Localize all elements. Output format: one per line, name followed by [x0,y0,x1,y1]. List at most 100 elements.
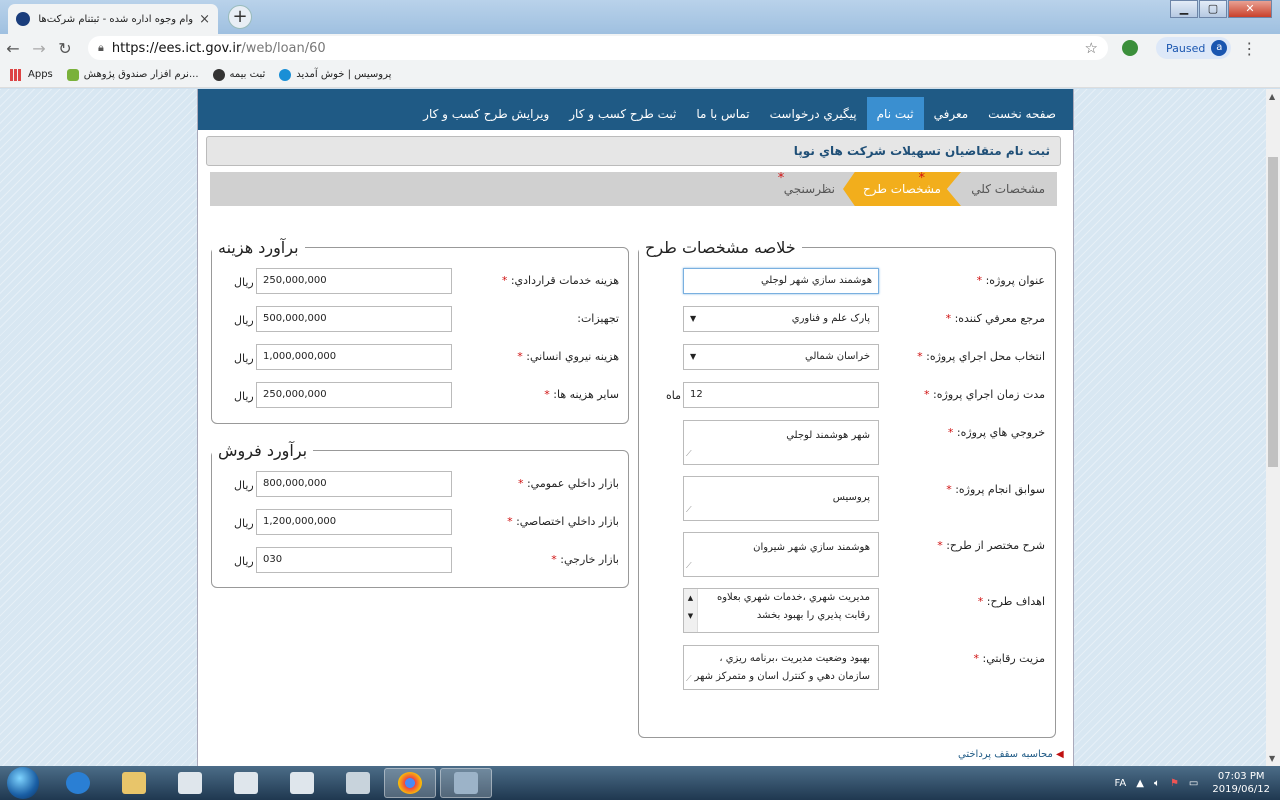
history-value: پروسیس [832,492,870,503]
profile-button[interactable]: Paused a [1156,37,1232,59]
nav-register[interactable]: ثبت نام [866,97,924,130]
outputs-textarea[interactable]: شهر هوشمند لوجلي ⟍ [683,420,879,465]
taskbar-calculator[interactable] [332,768,384,798]
language-indicator[interactable]: FA [1115,778,1127,789]
clock-date: 2019/06/12 [1212,784,1270,795]
taskbar-ie[interactable] [52,768,104,798]
description-value: هوشمند سازي شهر شيروان [753,542,870,553]
currency-unit: ريال [234,479,254,492]
window-icon [178,772,202,794]
cost-equipment-label: تجهيزات: [577,312,619,325]
nav-intro[interactable]: معرفي [924,97,979,130]
scroll-up-icon[interactable]: ▲ [1269,92,1275,101]
window-icon [290,772,314,794]
sales-public-input[interactable]: 800,000,000 [256,471,452,497]
window-icon [234,772,258,794]
scrollbar-thumb[interactable] [1268,157,1278,467]
advantage-textarea[interactable]: بهبود وضعيت مديريت ،برنامه ريزي ، سازمان… [683,645,879,690]
new-tab-button[interactable]: + [228,5,252,29]
url-input[interactable]: 🔒︎ https://ees.ict.gov.ir /web/loan/60 ☆ [88,36,1108,60]
nav-contact[interactable]: تماس با ما [686,97,759,130]
textarea-scrollbar[interactable]: ▲ ▼ [684,589,698,632]
sales-private-input[interactable]: 1,200,000,000 [256,509,452,535]
action-center-icon[interactable]: ⚑ [1170,778,1179,789]
window-controls: ▁ ▢ ✕ [1169,0,1272,18]
currency-unit: ريال [234,517,254,530]
cost-staff-input[interactable]: 1,000,000,000 [256,344,452,370]
bookmark-procis[interactable]: پروسیس | خوش آمدید [279,68,391,81]
minimize-button[interactable]: ▁ [1170,0,1198,18]
outputs-value: شهر هوشمند لوجلي [786,430,870,441]
step-general[interactable]: مشخصات کلي [971,172,1045,206]
sales-foreign-label: بازار خارجي: * [551,553,619,566]
reload-icon[interactable]: ↻ [52,39,78,58]
site-favicon-icon [16,12,30,26]
cost-other-label: ساير هزينه ها: * [544,388,619,401]
resize-grip-icon[interactable]: ⟍ [686,445,692,463]
app-icon [454,772,478,794]
taskbar-window-2[interactable] [220,768,272,798]
nav-edit-plan[interactable]: ويرايش طرح کسب و کار [413,97,559,130]
resize-grip-icon[interactable]: ⟍ [686,501,692,519]
bookmark-star-icon[interactable]: ☆ [1085,39,1098,57]
location-select[interactable]: خراسان شمالي ▼ [683,344,879,370]
maximize-button[interactable]: ▢ [1199,0,1227,18]
referrer-label: مرجع معرفي کننده: * [945,312,1045,325]
step-plan[interactable]: * مشخصات طرح [843,172,961,206]
bookmarks-bar: Apps نرم افزار صندوق پژوهش... ثبت بیمه پ… [0,62,1280,88]
cost-legend: برآورد هزينه [218,238,299,257]
bookmark-label: ثبت بیمه [229,69,266,80]
nav-home[interactable]: صفحه نخست [978,97,1068,130]
cost-other-input[interactable]: 250,000,000 [256,382,452,408]
step-survey[interactable]: * نظرسنجي [778,171,835,206]
referrer-select[interactable]: پارک علم و فناوري ▼ [683,306,879,332]
resize-grip-icon[interactable]: ⟍ [686,670,692,688]
close-window-button[interactable]: ✕ [1228,0,1272,18]
clock[interactable]: 07:03 PM 2019/06/12 [1212,770,1270,796]
scroll-down-icon[interactable]: ▼ [1269,754,1275,763]
taskbar-app[interactable] [440,768,492,798]
bookmark-research-fund[interactable]: نرم افزار صندوق پژوهش... [66,68,199,81]
taskbar-chrome[interactable] [384,768,436,798]
referrer-value: پارک علم و فناوري [791,313,870,324]
start-button[interactable] [7,767,39,799]
description-textarea[interactable]: هوشمند سازي شهر شيروان ⟍ [683,532,879,577]
bookmark-insurance[interactable]: ثبت بیمه [212,68,266,81]
bookmark-apps[interactable]: Apps [10,68,53,81]
history-label: سوابق انجام پروژه: * [946,483,1045,496]
nav-tracking[interactable]: پيگيري درخواست [760,97,867,130]
goals-value: مديريت شهري ،خدمات شهري بعلاوه رقابت پذي… [716,592,870,621]
calculate-ceiling-link[interactable]: ◀ محاسبه سقف پرداختي [958,749,1064,760]
sales-foreign-input[interactable]: 030 [256,547,452,573]
nav-register-plan[interactable]: ثبت طرح کسب و کار [559,97,686,130]
taskbar-explorer[interactable] [108,768,160,798]
network-icon[interactable]: ▭ [1189,778,1198,789]
cost-contract-label: هزينه خدمات قراردادي: * [501,274,619,287]
goals-textarea[interactable]: ▲ ▼ مديريت شهري ،خدمات شهري بعلاوه رقابت … [683,588,879,633]
page-scrollbar[interactable]: ▲ ▼ [1266,89,1280,766]
taskbar-window-1[interactable] [164,768,216,798]
browser-tab[interactable]: وام وجوه اداره شده - ثبتنام شرکت‌های نوپ… [8,4,218,34]
forward-arrow-icon[interactable]: → [26,39,52,58]
volume-icon[interactable]: 🔈︎ [1154,778,1160,789]
tab-close-icon[interactable]: × [199,12,210,27]
chevron-down-icon: ▼ [690,352,697,361]
duration-input[interactable]: 12 [683,382,879,408]
bookmark-label: نرم افزار صندوق پژوهش... [83,69,199,80]
plan-summary-legend: خلاصه مشخصات طرح [645,238,796,257]
cost-equipment-input[interactable]: 500,000,000 [256,306,452,332]
back-arrow-icon[interactable]: ← [0,39,26,58]
cost-contract-input[interactable]: 250,000,000 [256,268,452,294]
clock-time: 07:03 PM [1217,771,1265,782]
project-title-input[interactable]: هوشمند سازي شهر لوجلي [683,268,879,294]
history-textarea[interactable]: پروسیس ⟍ [683,476,879,521]
extension-icon[interactable] [1122,40,1138,56]
resize-grip-icon[interactable]: ⟍ [686,557,692,575]
advantage-value: بهبود وضعيت مديريت ،برنامه ريزي ، سازمان… [694,653,870,682]
lock-icon: 🔒︎ [98,41,104,54]
globe-icon [212,68,225,81]
sales-public-label: بازار داخلي عمومي: * [517,477,619,490]
browser-menu-icon[interactable]: ⋮ [1241,39,1257,58]
taskbar-window-3[interactable] [276,768,328,798]
tray-arrow-icon[interactable]: ▲ [1136,778,1144,789]
